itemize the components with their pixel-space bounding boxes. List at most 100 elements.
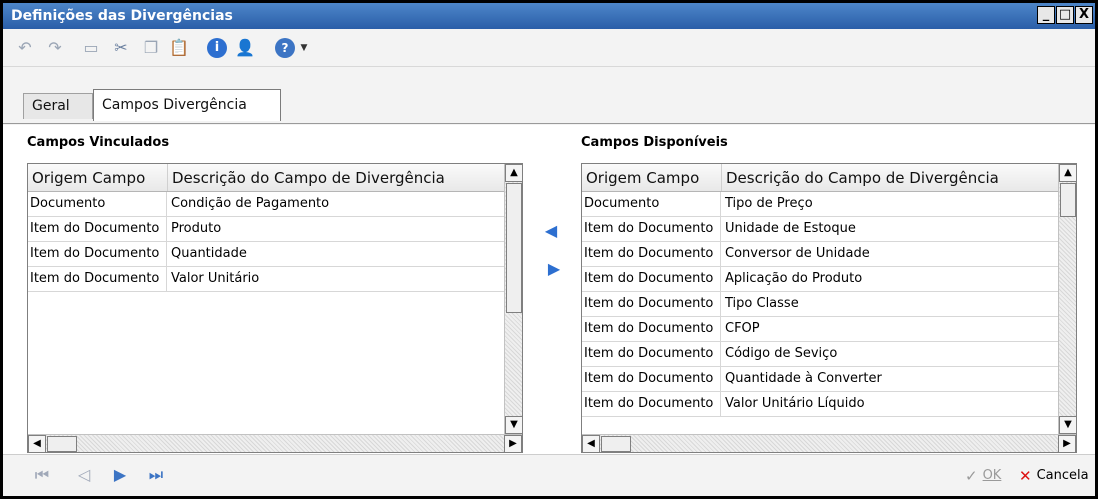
- cell-descricao: Tipo Classe: [725, 296, 799, 311]
- column-header-origem[interactable]: Origem Campo: [582, 164, 721, 191]
- cell-descricao: Unidade de Estoque: [725, 221, 856, 236]
- cell-descricao: Valor Unitário Líquido: [725, 396, 865, 411]
- hscroll-thumb[interactable]: [47, 436, 77, 452]
- cell-origem: Item do Documento: [28, 267, 167, 291]
- vertical-scrollbar[interactable]: ▲ ▼: [504, 164, 522, 434]
- scroll-right-icon[interactable]: ▶: [1058, 435, 1076, 452]
- table-row[interactable]: Item do Documento Aplicação do Produto: [582, 267, 1058, 292]
- first-record-icon[interactable]: ⏮: [33, 466, 51, 484]
- scroll-up-icon[interactable]: ▲: [505, 164, 522, 182]
- checkmark-icon: ✓: [965, 467, 978, 485]
- redo-icon[interactable]: ↷: [45, 38, 65, 58]
- available-fields-title: Campos Disponíveis: [581, 135, 728, 150]
- hscroll-thumb[interactable]: [601, 436, 631, 452]
- copy-icon[interactable]: ❐: [141, 38, 161, 58]
- cell-origem: Item do Documento: [582, 392, 721, 416]
- title-bar: Definições das Divergências _ □ X: [3, 3, 1095, 29]
- tab-campos-divergencia[interactable]: Campos Divergência: [93, 89, 281, 121]
- undo-icon[interactable]: ↶: [15, 38, 35, 58]
- scroll-left-icon[interactable]: ◀: [582, 435, 600, 452]
- cell-descricao: CFOP: [725, 321, 760, 336]
- cell-descricao: Aplicação do Produto: [725, 271, 863, 286]
- previous-record-icon[interactable]: ◁: [75, 466, 93, 484]
- horizontal-scrollbar[interactable]: ◀ ▶: [28, 434, 522, 452]
- table-row[interactable]: Item do Documento Unidade de Estoque: [582, 217, 1058, 242]
- scroll-left-icon[interactable]: ◀: [28, 435, 46, 452]
- cell-origem: Item do Documento: [582, 267, 721, 291]
- available-fields-grid[interactable]: Origem Campo Descrição do Campo de Diver…: [581, 163, 1077, 453]
- cell-origem: Item do Documento: [28, 242, 167, 266]
- scroll-up-icon[interactable]: ▲: [1059, 164, 1076, 182]
- cell-descricao: Código de Seviço: [725, 346, 838, 361]
- cell-descricao: Quantidade à Converter: [725, 371, 882, 386]
- last-record-icon[interactable]: ⏭: [147, 466, 165, 484]
- scroll-down-icon[interactable]: ▼: [505, 416, 522, 434]
- cancel-label: Cancela: [1036, 468, 1089, 483]
- table-row[interactable]: Item do Documento Código de Seviço: [582, 342, 1058, 367]
- cell-origem: Item do Documento: [582, 217, 721, 241]
- table-row[interactable]: Item do Documento Valor Unitário Líquido: [582, 392, 1058, 417]
- user-icon[interactable]: 👤: [235, 38, 255, 58]
- cell-origem: Item do Documento: [582, 292, 721, 316]
- window-title: Definições das Divergências: [11, 8, 233, 24]
- info-icon[interactable]: i: [207, 38, 227, 58]
- cell-origem: Documento: [582, 192, 721, 216]
- scroll-down-icon[interactable]: ▼: [1059, 416, 1076, 434]
- tab-divider: [3, 123, 1095, 124]
- cell-descricao: Quantidade: [171, 246, 247, 261]
- grid-body: Documento Tipo de Preço Item do Documento U…: [582, 192, 1058, 417]
- tab-panel: Campos Vinculados Campos Disponíveis Ori…: [3, 125, 1095, 454]
- cell-descricao: Condição de Pagamento: [171, 196, 330, 211]
- close-button[interactable]: X: [1075, 6, 1093, 24]
- cell-origem: Item do Documento: [582, 367, 721, 391]
- vertical-scrollbar[interactable]: ▲ ▼: [1058, 164, 1076, 434]
- dropdown-arrow-icon[interactable]: ▼: [299, 38, 309, 58]
- column-header-descricao[interactable]: Descrição do Campo de Divergência: [167, 164, 504, 191]
- table-row[interactable]: Documento Tipo de Preço: [582, 192, 1058, 217]
- table-row[interactable]: Item do Documento Quantidade à Converter: [582, 367, 1058, 392]
- dialog-window: Definições das Divergências _ □ X ↶ ↷ ▭ …: [0, 0, 1098, 499]
- cut-icon[interactable]: ✂: [111, 38, 131, 58]
- table-row[interactable]: Item do Documento Quantidade: [28, 242, 504, 267]
- help-icon[interactable]: ?: [275, 38, 295, 58]
- tab-strip: Geral Campos Divergência: [3, 67, 1095, 125]
- grid-header: Origem Campo Descrição do Campo de Diver…: [28, 164, 504, 192]
- cell-descricao: Valor Unitário: [171, 271, 260, 286]
- next-record-icon[interactable]: ▶: [111, 466, 129, 484]
- cell-origem: Item do Documento: [582, 242, 721, 266]
- footer-bar: ⏮ ◁ ▶ ⏭ ✓ OK ✕ Cancela: [3, 454, 1095, 496]
- tab-geral[interactable]: Geral: [23, 93, 93, 119]
- cell-descricao: Produto: [171, 221, 222, 236]
- minimize-button[interactable]: _: [1037, 6, 1055, 24]
- move-left-icon[interactable]: ◀: [543, 221, 559, 241]
- column-header-origem[interactable]: Origem Campo: [28, 164, 167, 191]
- cell-descricao: Tipo de Preço: [725, 196, 813, 211]
- scroll-thumb[interactable]: [506, 183, 522, 313]
- linked-fields-grid[interactable]: Origem Campo Descrição do Campo de Diver…: [27, 163, 523, 453]
- scroll-thumb[interactable]: [1060, 183, 1076, 217]
- scroll-right-icon[interactable]: ▶: [504, 435, 522, 452]
- cell-descricao: Conversor de Unidade: [725, 246, 870, 261]
- cell-origem: Item do Documento: [582, 342, 721, 366]
- new-document-icon[interactable]: ▭: [81, 38, 101, 58]
- table-row[interactable]: Item do Documento Produto: [28, 217, 504, 242]
- column-header-descricao[interactable]: Descrição do Campo de Divergência: [721, 164, 1058, 191]
- table-row[interactable]: Item do Documento CFOP: [582, 317, 1058, 342]
- ok-label: OK: [982, 468, 1002, 483]
- linked-fields-title: Campos Vinculados: [27, 135, 170, 150]
- ok-button[interactable]: ✓ OK: [965, 465, 1001, 487]
- cancel-button[interactable]: ✕ Cancela: [1019, 465, 1089, 487]
- maximize-button[interactable]: □: [1056, 6, 1074, 24]
- horizontal-scrollbar[interactable]: ◀ ▶: [582, 434, 1076, 452]
- table-row[interactable]: Documento Condição de Pagamento: [28, 192, 504, 217]
- table-row[interactable]: Item do Documento Valor Unitário: [28, 267, 504, 292]
- paste-icon[interactable]: 📋: [169, 38, 189, 58]
- cell-origem: Documento: [28, 192, 167, 216]
- move-right-icon[interactable]: ▶: [546, 259, 562, 279]
- table-row[interactable]: Item do Documento Tipo Classe: [582, 292, 1058, 317]
- cell-origem: Item do Documento: [28, 217, 167, 241]
- table-row[interactable]: Item do Documento Conversor de Unidade: [582, 242, 1058, 267]
- grid-body: Documento Condição de Pagamento Item do Do…: [28, 192, 504, 292]
- cell-origem: Item do Documento: [582, 317, 721, 341]
- grid-header: Origem Campo Descrição do Campo de Diver…: [582, 164, 1058, 192]
